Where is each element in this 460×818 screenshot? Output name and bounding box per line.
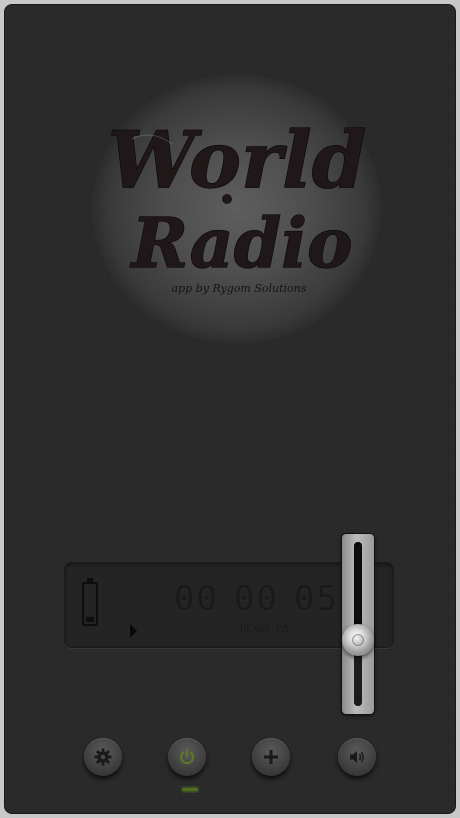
logo-dot (222, 194, 232, 204)
station-frequency: ПЕХ08 РЛ (240, 624, 289, 635)
power-indicator (182, 788, 198, 791)
volume-slider-knob[interactable] (342, 624, 374, 657)
speaker-icon (350, 751, 364, 763)
power-button[interactable] (168, 738, 206, 776)
volume-slider[interactable] (342, 534, 374, 714)
battery-icon (82, 578, 98, 626)
gear-icon (94, 748, 112, 766)
add-icon (264, 750, 278, 764)
app-credit: app by Rygom Solutions (171, 282, 307, 295)
battery-level (86, 616, 94, 622)
logo-line-world: World (108, 115, 367, 206)
timer-hours: 00 (174, 579, 219, 619)
power-icon (180, 749, 194, 765)
logo-line-radio: Radio (130, 204, 353, 284)
volume-button[interactable] (338, 738, 376, 776)
settings-button[interactable] (84, 738, 122, 776)
timer-minutes: 00 (234, 579, 279, 619)
add-station-button[interactable] (252, 738, 290, 776)
radio-app: World Radio app by Rygom Solutions 00 00… (4, 4, 456, 814)
play-icon[interactable] (130, 624, 137, 638)
timer-seconds: 05 (294, 579, 339, 619)
